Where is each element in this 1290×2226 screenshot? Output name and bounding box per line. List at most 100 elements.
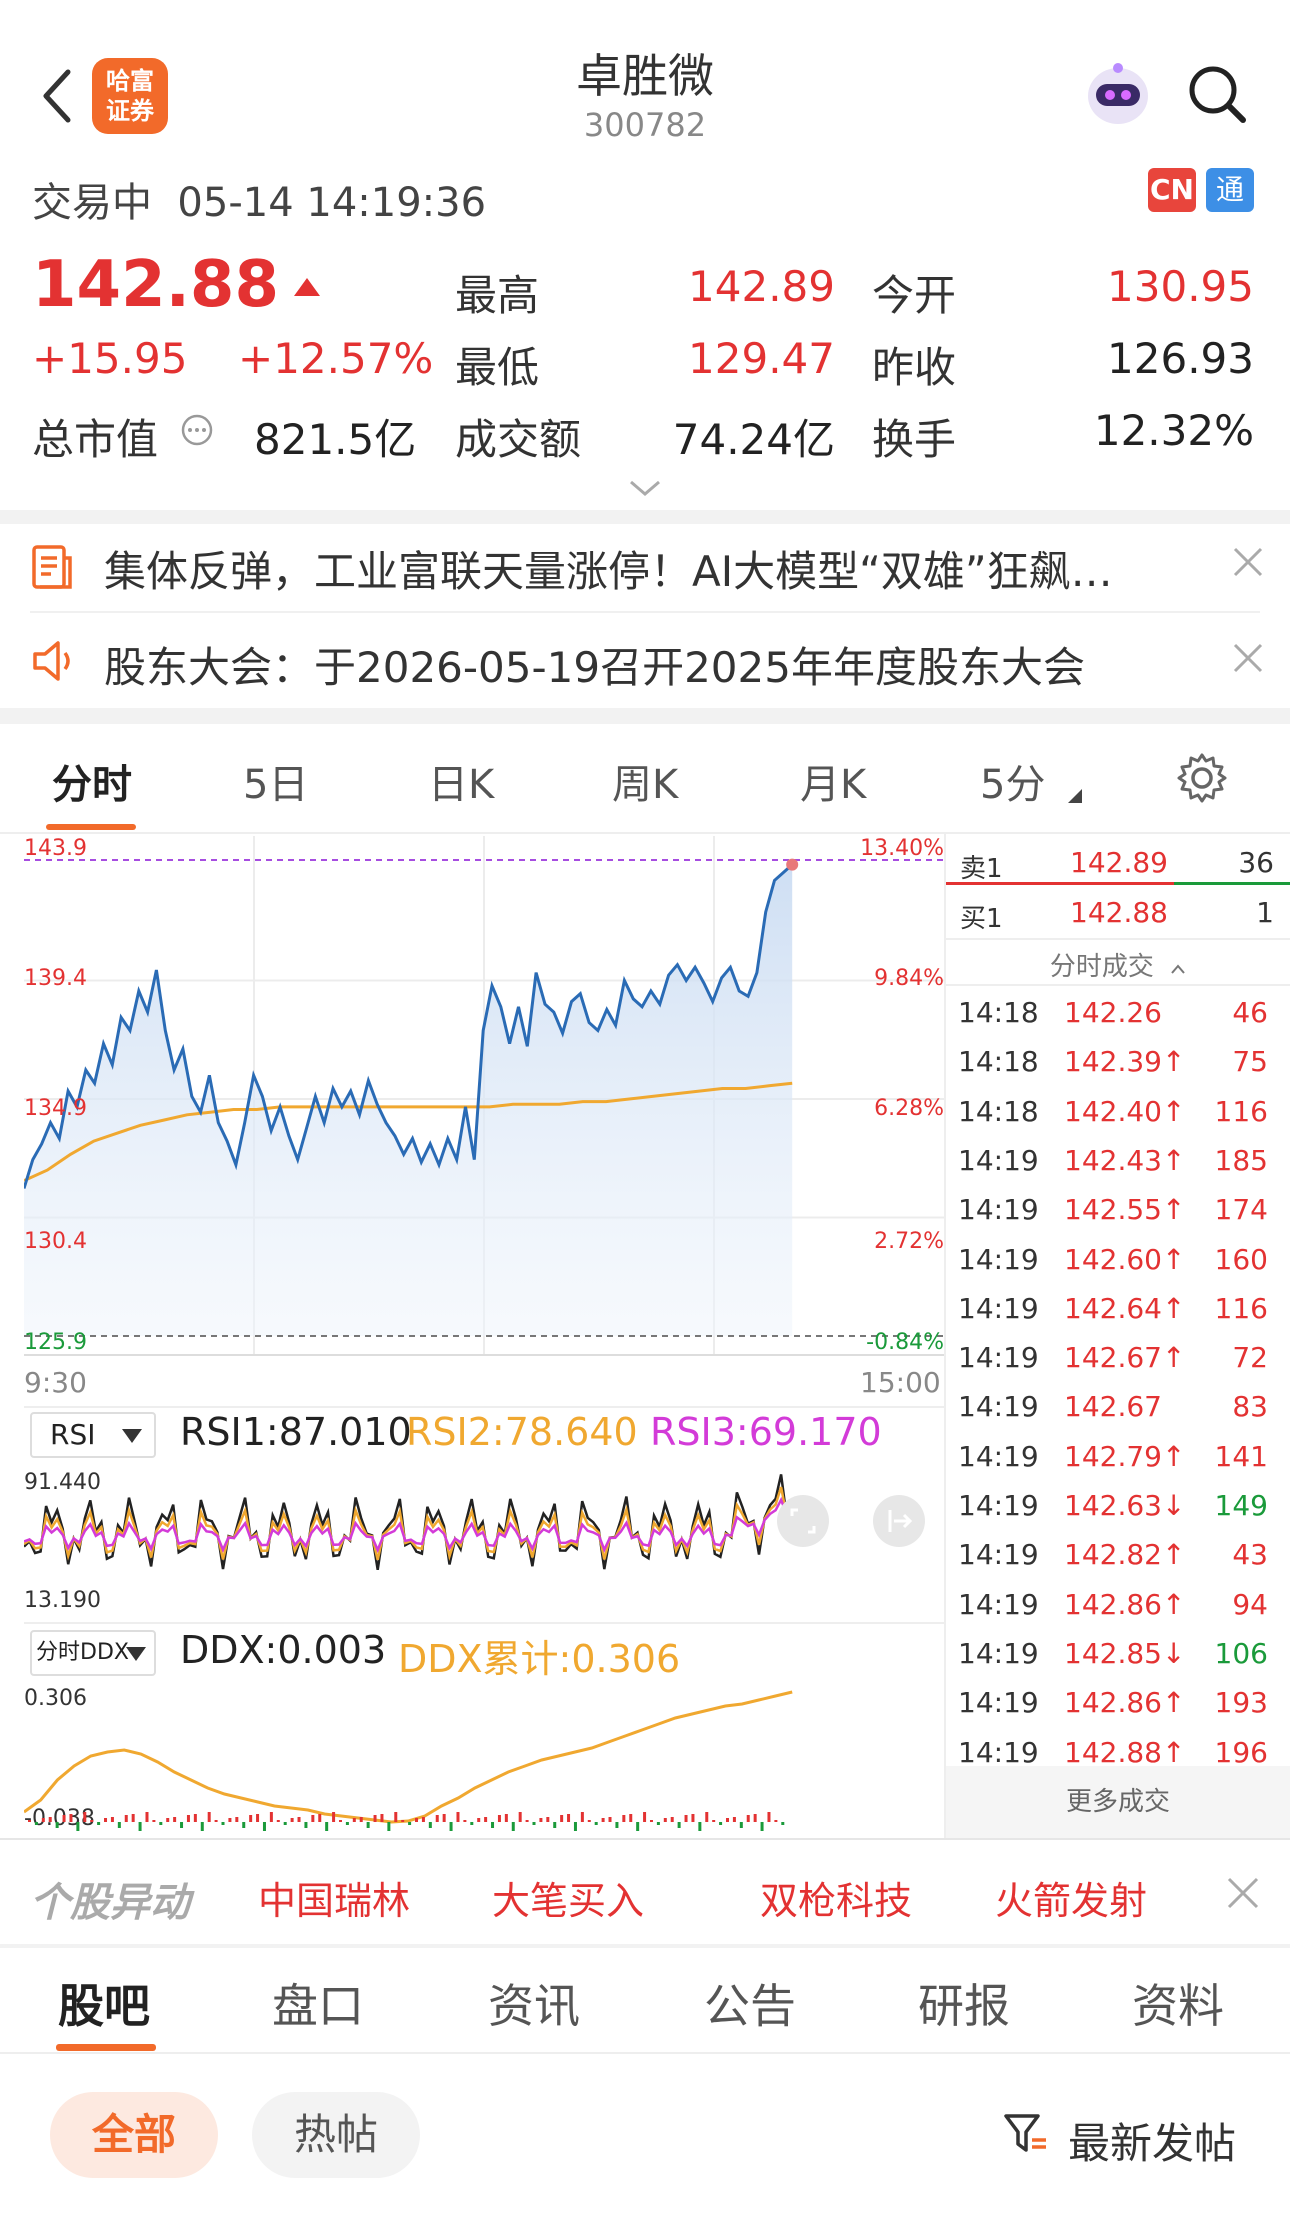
stock-connect-badge[interactable]: 通 (1206, 168, 1254, 212)
trade-time: 14:18 (958, 996, 1039, 1029)
ddx-bar (76, 1822, 80, 1831)
gear-icon[interactable] (1176, 752, 1228, 808)
tab-news[interactable]: 资讯 (488, 1970, 580, 2036)
trade-time: 14:19 (958, 1143, 1039, 1177)
tab-research[interactable]: 研报 (918, 1970, 1010, 2036)
up-arrow-icon (292, 276, 322, 302)
trade-volume: 141 (1214, 1439, 1268, 1473)
ddx-bar (753, 1814, 757, 1822)
ddx-bar (712, 1820, 716, 1822)
tab-weekly-k[interactable]: 周K (612, 752, 678, 810)
trade-time: 14:19 (958, 1636, 1039, 1670)
last-price: 142.88 (32, 248, 279, 322)
y-left-tick: 143.9 (24, 836, 87, 861)
fullscreen-icon[interactable] (776, 1494, 830, 1552)
ddx-bar (456, 1812, 460, 1822)
search-icon[interactable] (1185, 62, 1249, 126)
price-change: +15.95 (32, 334, 188, 383)
trade-price: 142.86↑ (1064, 1686, 1186, 1720)
meeting-notice[interactable]: 股东大会：于2026-05-19召开2025年年度股东大会 (0, 612, 1290, 708)
ddx-selector[interactable]: 分时DDX (30, 1630, 156, 1676)
robot-avatar-icon[interactable] (1080, 58, 1156, 134)
trade-volume: 193 (1214, 1686, 1268, 1720)
ddx-bar (767, 1812, 771, 1822)
ddx-bar (408, 1822, 412, 1825)
trade-price: 142.86↑ (1064, 1587, 1186, 1621)
ddx-bar (532, 1822, 536, 1825)
x-tick-start: 9:30 (24, 1366, 87, 1399)
cn-badge[interactable]: CN (1148, 168, 1196, 212)
tab-announcements[interactable]: 公告 (704, 1970, 796, 2036)
intraday-chart[interactable] (22, 836, 944, 1356)
rsi-selector[interactable]: RSI (30, 1412, 156, 1458)
mover-item[interactable]: 大笔买入 (492, 1870, 644, 1925)
trade-time: 14:19 (958, 1538, 1039, 1572)
y-left-tick: 139.4 (24, 966, 87, 991)
trade-price: 142.63↓ (1064, 1489, 1186, 1522)
mover-item[interactable]: 双枪科技 (760, 1870, 912, 1925)
ddx-bar (760, 1822, 764, 1831)
tab-guba[interactable]: 股吧 (58, 1970, 150, 2036)
sell1-price: 142.89 (1070, 846, 1168, 879)
tab-pankou[interactable]: 盘口 (272, 1970, 364, 2036)
ddx-bar (415, 1818, 419, 1822)
trade-volume: 174 (1214, 1193, 1268, 1227)
ddx-bar (173, 1817, 177, 1822)
ddx-bar (166, 1818, 170, 1822)
expand-chevron-icon[interactable] (628, 478, 662, 502)
trade-price: 142.40↑ (1064, 1094, 1186, 1128)
ddx-bar (186, 1815, 190, 1822)
trade-volume: 94 (1232, 1587, 1268, 1621)
close-icon[interactable] (1226, 1876, 1260, 1914)
info-icon[interactable] (180, 413, 214, 451)
ddx-bar (636, 1822, 640, 1831)
trade-row: 14:19 142.85↓ 106 (946, 1629, 1282, 1678)
tab-intraday[interactable]: 分时 (52, 752, 132, 810)
caret-down-icon (122, 1429, 142, 1443)
trade-row: 14:19 142.67↑ 72 (946, 1333, 1282, 1382)
high-value: 142.89 (688, 262, 835, 311)
more-trades-button[interactable]: 更多成交 (946, 1766, 1290, 1838)
ddx-bar (553, 1822, 557, 1828)
ddx-bar (352, 1818, 356, 1822)
movers-title: 个股异动 (30, 1880, 190, 1926)
ddx-bar (200, 1822, 204, 1831)
filter-hot[interactable]: 热帖 (252, 2092, 420, 2178)
tab-profile[interactable]: 资料 (1132, 1970, 1224, 2036)
ddx-bar (691, 1814, 695, 1822)
trades-title-text: 分时成交 (1049, 952, 1154, 982)
ddx-bar (373, 1815, 377, 1822)
trades-title[interactable]: 分时成交 (946, 946, 1290, 983)
ddx-bar (214, 1820, 218, 1822)
y-left-tick: 130.4 (24, 1229, 87, 1254)
trade-price: 142.26 (1064, 996, 1162, 1029)
ddx-bar (62, 1815, 66, 1822)
ddx-bar (442, 1814, 446, 1822)
ddx-bar (477, 1818, 481, 1822)
mover-item[interactable]: 中国瑞林 (258, 1870, 410, 1925)
tab-5min[interactable]: 5分 (980, 752, 1045, 810)
tab-5day[interactable]: 5日 (243, 752, 308, 810)
news-doc-icon (30, 544, 74, 594)
ddx-value: DDX:0.003 (180, 1628, 387, 1672)
sell1-label: 卖1 (960, 854, 1003, 884)
trade-time: 14:19 (958, 1291, 1039, 1325)
sort-newest[interactable]: 最新发帖 (1068, 2110, 1236, 2171)
close-icon[interactable] (1232, 642, 1264, 678)
ddx-bar (705, 1812, 709, 1822)
exit-icon[interactable] (872, 1494, 926, 1552)
ddx-bar (332, 1812, 336, 1822)
news-notice[interactable]: 集体反弹，工业富联天量涨停！AI大模型“双雄”狂飙… (0, 516, 1290, 612)
trade-row: 14:19 142.60↑ 160 (946, 1235, 1282, 1284)
tab-monthly-k[interactable]: 月K (800, 752, 866, 810)
ddx-bar (55, 1822, 59, 1828)
ddx-bar (643, 1812, 647, 1822)
price-area-fill (24, 864, 793, 1336)
close-icon[interactable] (1232, 546, 1264, 582)
tab-daily-k[interactable]: 日K (428, 752, 494, 810)
mover-item[interactable]: 火箭发射 (995, 1870, 1147, 1925)
rsi3-value: RSI3:69.170 (650, 1410, 882, 1454)
filter-all[interactable]: 全部 (50, 2092, 218, 2178)
filter-icon[interactable] (1002, 2110, 1050, 2162)
ddx-bar (546, 1817, 550, 1822)
